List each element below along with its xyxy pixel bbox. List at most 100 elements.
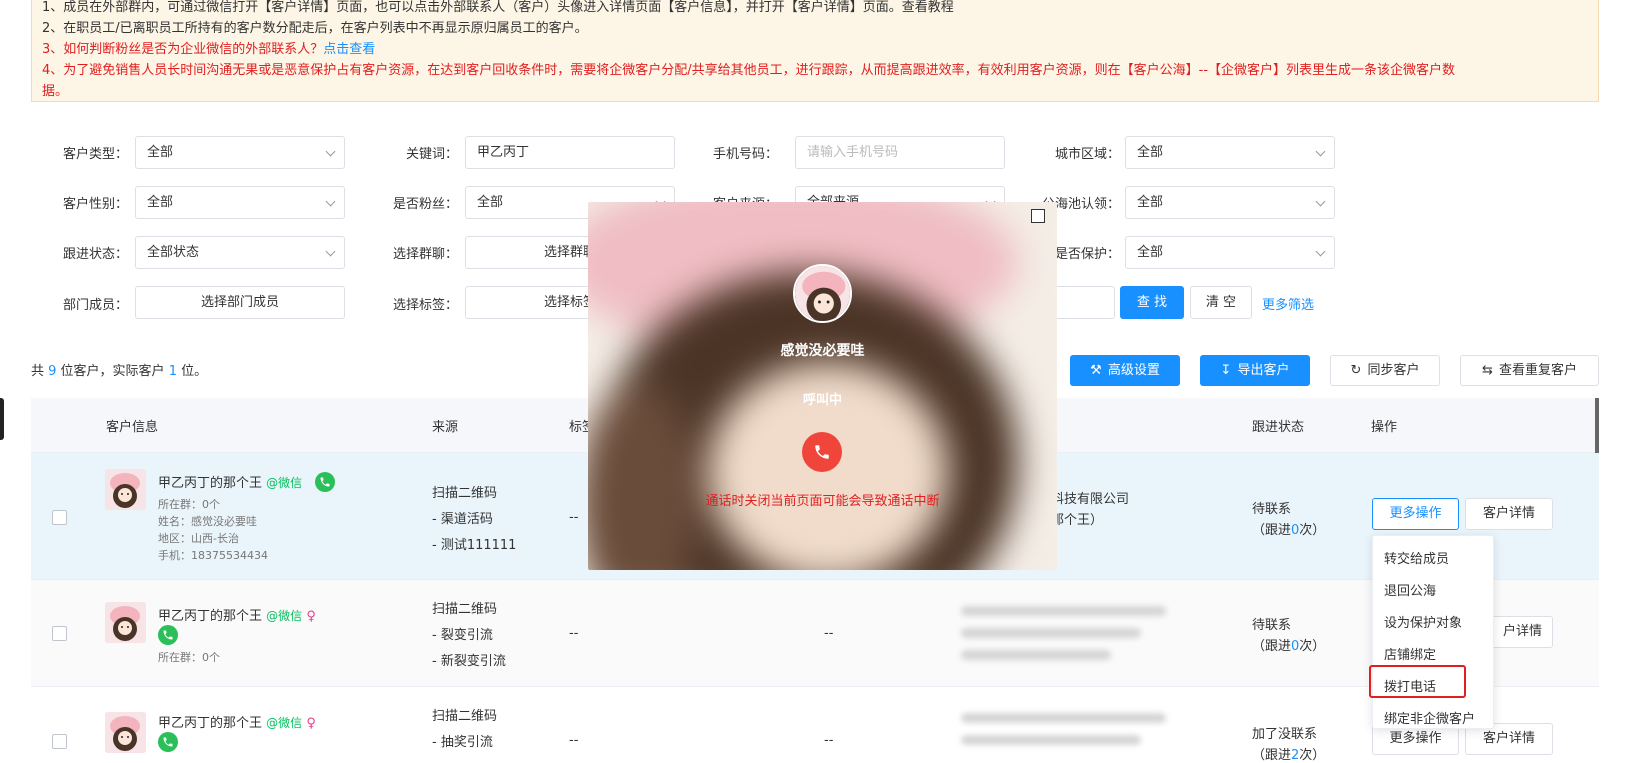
source-3: - 新裂变引流 xyxy=(432,654,506,669)
tag-value: -- xyxy=(569,510,579,525)
real-name: 姓名：感觉没必要哇 xyxy=(158,515,257,528)
follow-prefix: （跟进 xyxy=(1252,523,1292,538)
source-2: - 渠道活码 xyxy=(432,512,493,527)
blurred-company xyxy=(961,735,1141,745)
sync-button[interactable]: ↻ 同步客户 xyxy=(1330,355,1440,386)
notice-line-2: 2、在职员工/已离职员工所持有的客户数分配走后，在客户列表中不再显示原归属员工的… xyxy=(42,21,588,36)
notice-line-4: 4、为了避免销售人员长时间沟通无果或是恶意保护占有客户资源，在达到客户回收条件时… xyxy=(42,63,1456,78)
more-filter-link[interactable]: 更多筛选 xyxy=(1262,294,1314,313)
caller-avatar xyxy=(793,264,852,323)
follow-status: 加了没联系 xyxy=(1252,727,1318,742)
hangup-button[interactable] xyxy=(802,432,842,472)
city-select[interactable]: 全部 xyxy=(1125,136,1335,169)
set-protect-item[interactable]: 设为保护对象 xyxy=(1384,612,1462,631)
tag-value: -- xyxy=(569,733,579,748)
follow-value: 全部状态 xyxy=(147,245,200,260)
phone-icon[interactable] xyxy=(158,625,178,645)
keyword-input[interactable]: 甲乙丙丁 xyxy=(465,136,675,169)
notice-banner: 1、成员在外部群内，可通过微信打开【客户详情】页面，也可以点击外部联系人（客户）… xyxy=(31,0,1599,102)
modal-blur-background xyxy=(588,202,1057,570)
side-handle[interactable] xyxy=(0,398,4,440)
call-modal: 感觉没必要哇 呼叫中 通话时关闭当前页面可能会导致通话中断 xyxy=(588,202,1057,570)
call-warning: 通话时关闭当前页面可能会导致通话中断 xyxy=(705,494,940,509)
phone-icon xyxy=(815,445,829,459)
gender-label: 客户性别： xyxy=(62,197,128,212)
avatar xyxy=(105,602,146,643)
blurred-company xyxy=(961,650,1111,660)
follow-status: 待联系 xyxy=(1252,618,1292,633)
sync-label: 同步客户 xyxy=(1367,363,1420,378)
blurred-company xyxy=(961,713,1166,723)
table-row[interactable]: 甲乙丙丁的那个王 @微信 ♀ 扫描二维码 - 抽奖引流 -- -- 加了没联系 … xyxy=(31,687,1599,763)
close-icon[interactable] xyxy=(1031,209,1045,223)
search-button[interactable]: 查 找 xyxy=(1120,286,1184,319)
customer-name-cell: 甲乙丙丁的那个王 @微信 ♀ xyxy=(158,605,316,624)
customer-detail-button[interactable]: 客户详情 xyxy=(1465,498,1553,530)
gender-select[interactable]: 全部 xyxy=(135,186,345,219)
customer-summary: 共 9 位客户，实际客户 1 位。 xyxy=(31,360,207,379)
customer-name[interactable]: 甲乙丙丁的那个王 xyxy=(158,716,262,731)
summary-actual: 1 xyxy=(168,364,177,379)
dept-label: 部门成员： xyxy=(62,298,128,313)
group-count: 所在群：0个 xyxy=(158,498,220,511)
group-label: 选择群聊： xyxy=(392,247,458,262)
tag-value: -- xyxy=(569,626,579,641)
chevron-down-icon xyxy=(1315,196,1326,207)
customer-name[interactable]: 甲乙丙丁的那个王 xyxy=(158,609,262,624)
follow-count: （跟进0次） xyxy=(1252,635,1325,654)
header-info: 客户信息 xyxy=(106,420,159,435)
chevron-down-icon xyxy=(325,196,336,207)
follow-prefix: （跟进 xyxy=(1252,639,1292,654)
follow-label: 跟进状态： xyxy=(62,247,128,262)
city-label: 城市区域： xyxy=(1054,147,1120,162)
swap-icon: ⇆ xyxy=(1482,363,1493,378)
phone-icon[interactable] xyxy=(158,732,178,752)
return-sea-item[interactable]: 退回公海 xyxy=(1384,580,1436,599)
follow-count: （跟进0次） xyxy=(1252,519,1325,538)
female-icon: ♀ xyxy=(306,609,316,624)
dept-picker[interactable]: 选择部门成员 xyxy=(135,286,345,319)
follow-suffix: 次） xyxy=(1299,523,1326,538)
source-1: 扫描二维码 xyxy=(432,602,498,617)
duplicates-button[interactable]: ⇆ 查看重复客户 xyxy=(1460,355,1599,386)
header-source: 来源 xyxy=(432,420,459,435)
clear-button[interactable]: 清 空 xyxy=(1190,286,1252,319)
follow-select[interactable]: 全部状态 xyxy=(135,236,345,269)
table-row[interactable]: 甲乙丙丁的那个王 @微信 ♀ 所在群：0个 扫描二维码 - 裂变引流 - 新裂变… xyxy=(31,580,1599,687)
follow-suffix: 次） xyxy=(1299,748,1326,763)
female-icon: ♀ xyxy=(306,716,316,731)
notice-view-link[interactable]: 点击查看 xyxy=(323,42,375,57)
export-button[interactable]: ↧ 导出客户 xyxy=(1200,355,1310,386)
customer-type-select[interactable]: 全部 xyxy=(135,136,345,169)
customer-name[interactable]: 甲乙丙丁的那个王 xyxy=(158,476,262,491)
duplicates-label: 查看重复客户 xyxy=(1498,363,1577,378)
tag-label: 选择标签： xyxy=(392,298,458,313)
mid-value: -- xyxy=(824,733,834,748)
mobile-input[interactable]: 请输入手机号码 xyxy=(795,136,1005,169)
notice-line-1: 1、成员在外部群内，可通过微信打开【客户详情】页面，也可以点击外部联系人（客户）… xyxy=(42,0,954,15)
more-actions-dropdown: 转交给成员 退回公海 设为保护对象 店铺绑定 拨打电话 绑定非企微客户 xyxy=(1372,535,1494,729)
follow-count: （跟进2次） xyxy=(1252,744,1325,763)
row-checkbox[interactable] xyxy=(52,510,67,525)
customer-type-label: 客户类型： xyxy=(62,147,128,162)
advanced-settings-button[interactable]: ⚒ 高级设置 xyxy=(1070,355,1180,386)
phone-icon[interactable] xyxy=(315,472,335,492)
bind-shop-item[interactable]: 店铺绑定 xyxy=(1384,644,1436,663)
bind-non-wecom-item[interactable]: 绑定非企微客户 xyxy=(1384,708,1475,727)
row-checkbox[interactable] xyxy=(52,626,67,641)
wechat-badge: @微信 xyxy=(266,476,303,490)
summary-prefix: 共 xyxy=(31,364,49,379)
mid-value: -- xyxy=(824,626,834,641)
city-value: 全部 xyxy=(1137,145,1164,160)
chevron-down-icon xyxy=(325,246,336,257)
blurred-company xyxy=(961,628,1141,638)
customer-name-cell: 甲乙丙丁的那个王 @微信 xyxy=(158,472,302,491)
sea-select[interactable]: 全部 xyxy=(1125,186,1335,219)
protect-select[interactable]: 全部 xyxy=(1125,236,1335,269)
more-actions-button[interactable]: 更多操作 xyxy=(1372,498,1459,530)
follow-prefix: （跟进 xyxy=(1252,748,1292,763)
avatar xyxy=(105,712,146,753)
transfer-member-item[interactable]: 转交给成员 xyxy=(1384,548,1449,567)
row-checkbox[interactable] xyxy=(52,734,67,749)
source-2: - 抽奖引流 xyxy=(432,735,493,750)
